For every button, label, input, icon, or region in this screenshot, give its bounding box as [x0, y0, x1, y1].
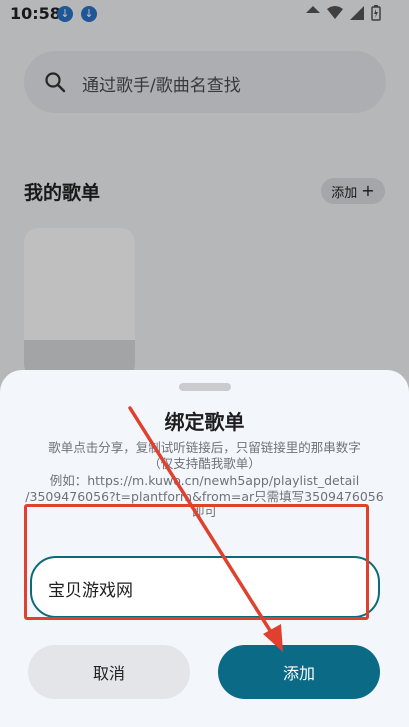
hint-line: 歌单点击分享，复制试听链接后，只留链接里的那串数字 [48, 440, 361, 455]
sheet-drag-handle[interactable] [179, 383, 231, 391]
hint-line: /3509476056?t=plantform&from=ar只需填写35094… [25, 489, 384, 504]
sheet-title: 绑定歌单 [164, 410, 245, 434]
hint-line: （仅支持酷我歌单） [148, 456, 261, 471]
hint-line: 例如：https://m.kuwo.cn/newh5app/playlist_d… [49, 473, 360, 488]
cancel-button[interactable]: 取消 [28, 645, 190, 699]
annotation-highlight-box [24, 504, 369, 620]
confirm-add-button[interactable]: 添加 [218, 645, 380, 699]
